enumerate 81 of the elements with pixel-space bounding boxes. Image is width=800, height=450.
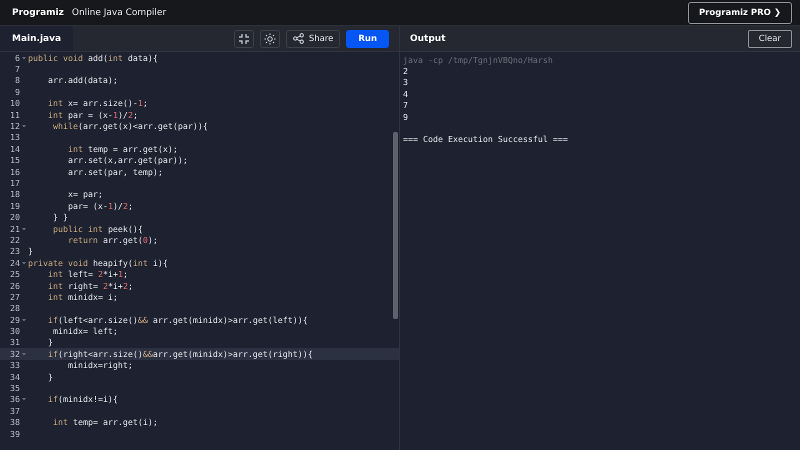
line-number: 33 <box>9 360 20 370</box>
command-line: java -cp /tmp/TgnjnVBQno/Harsh <box>403 54 553 65</box>
sun-icon <box>264 32 276 44</box>
code-line: par= (x-1)/2; <box>66 200 133 211</box>
code-line: int minidx= i; <box>46 292 118 302</box>
file-tab[interactable]: Main.java <box>0 26 74 51</box>
line-number: 22 <box>9 234 20 245</box>
line-number: 9 <box>14 86 20 97</box>
line-number: 36 <box>9 394 20 404</box>
line-number: 32 <box>9 348 20 359</box>
code-line: minidx= left; <box>52 326 118 336</box>
line-number: 14 <box>9 144 20 154</box>
line-number: 27 <box>9 292 20 302</box>
logo[interactable]: Programiz <box>12 8 64 18</box>
code-line: } <box>46 337 53 348</box>
code-line: int x= arr.size()-1; <box>46 98 148 108</box>
line-number: 28 <box>9 303 20 314</box>
code-line: arr.set(par, temp); <box>66 166 163 177</box>
output-line: === Code Execution Successful === <box>403 134 568 144</box>
code-line: int left= 2*i+1; <box>46 269 128 280</box>
line-number: 39 <box>9 428 20 439</box>
output-line: 2 <box>403 66 408 76</box>
code-line: int par = (x-1)/2; <box>46 110 138 120</box>
line-number: 29 <box>9 314 20 325</box>
line-number: 6 <box>14 52 20 63</box>
line-number: 7 <box>14 64 20 74</box>
code-line: int right= 2*i+2; <box>46 280 133 290</box>
code-line: arr.set(x,arr.get(par)); <box>66 155 188 166</box>
line-number: 18 <box>9 189 20 200</box>
line-number: 10 <box>9 98 20 108</box>
code-line: if(left<arr.size()&& arr.get(minidx)>arr.get(left)){ <box>46 314 308 325</box>
line-number: 16 <box>9 166 20 177</box>
code-line: private void heapify(int i){ <box>28 258 168 268</box>
output-line: 9 <box>403 112 408 122</box>
line-number: 31 <box>9 337 20 348</box>
line-number: 25 <box>9 269 20 280</box>
line-number: 23 <box>9 246 20 256</box>
collapse-icon <box>238 32 250 44</box>
output-title: Output <box>410 34 446 44</box>
share-icon <box>292 33 304 44</box>
line-number: 21 <box>9 224 20 234</box>
output-line: 4 <box>403 88 408 99</box>
code-line: if(minidx!=i){ <box>46 394 118 404</box>
line-number: 15 <box>9 155 20 166</box>
page-title: Online Java Compiler <box>72 8 166 18</box>
line-number: 20 <box>9 212 20 222</box>
line-number: 26 <box>9 280 20 290</box>
output-line: 3 <box>403 77 408 88</box>
code-line: int temp = arr.get(x); <box>66 144 178 154</box>
line-number: 17 <box>9 178 20 188</box>
pro-button[interactable]: Programiz PRO ❯ <box>688 2 792 24</box>
code-line: public void add(int data){ <box>28 52 158 63</box>
code-line: public int peek(){ <box>52 224 143 234</box>
line-number: 13 <box>9 132 20 142</box>
scrollbar[interactable] <box>393 132 398 319</box>
code-line: minidx=right; <box>66 360 133 370</box>
line-number: 12 <box>9 121 20 132</box>
code-line: int temp= arr.get(i); <box>52 417 158 428</box>
code-line: } <box>46 372 53 382</box>
line-number: 24 <box>9 258 20 268</box>
run-button[interactable]: Run <box>346 30 389 48</box>
code-line: } } <box>52 212 68 222</box>
line-number: 8 <box>14 75 20 86</box>
line-number: 30 <box>9 326 20 336</box>
line-number: 37 <box>9 406 20 416</box>
code-line: while(arr.get(x)<arr.get(par)){ <box>52 121 208 132</box>
fullscreen-button[interactable] <box>234 30 254 48</box>
share-button[interactable]: Share <box>286 30 340 48</box>
line-number: 35 <box>9 383 20 394</box>
line-number: 38 <box>9 417 20 428</box>
line-number: 34 <box>9 372 20 382</box>
theme-button[interactable] <box>260 30 280 48</box>
code-line: if(right<arr.size()&&arr.get(minidx)>arr.get(right)){ <box>46 348 313 359</box>
line-number: 11 <box>9 110 20 120</box>
line-number: 19 <box>9 200 20 211</box>
clear-button[interactable]: Clear <box>748 30 792 48</box>
code-line: x= par; <box>66 189 103 200</box>
code-line: arr.add(data); <box>46 75 118 86</box>
code-line: } <box>28 246 33 256</box>
output-line: 7 <box>403 100 408 110</box>
code-line: return arr.get(0); <box>66 234 158 245</box>
